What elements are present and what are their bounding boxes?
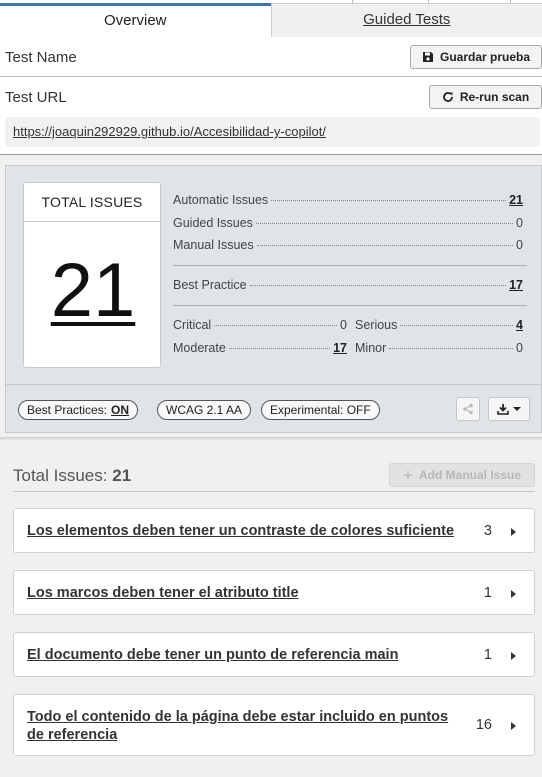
issue-count: 1 [483,585,492,601]
issue-row[interactable]: Los marcos deben tener el atributo title… [13,570,535,615]
issues-header-label: Total Issues: [13,466,108,485]
rerun-scan-button[interactable]: Re-run scan [429,85,542,109]
test-url-label: Test URL [5,89,67,106]
issue-name[interactable]: El documento debe tener un punto de refe… [27,646,398,664]
issue-name[interactable]: Los marcos deben tener el atributo title [27,584,299,602]
save-test-button[interactable]: Guardar prueba [410,45,542,69]
test-url-field: https://joaquin292929.github.io/Accesibi… [5,117,540,147]
test-form: Test Name Guardar prueba Test URL Re-run… [0,37,542,155]
manual-issues-count: 0 [516,238,523,252]
issues-header-rule [13,491,535,492]
guided-issues-row: Guided Issues 0 [173,216,523,230]
minor-label: Minor [355,341,387,355]
issue-row[interactable]: El documento debe tener un punto de refe… [13,632,535,677]
issues-header-count: 21 [112,466,132,485]
issues-summary-panel: TOTAL ISSUES 21 Automatic Issues 21 Guid… [5,165,542,433]
critical-count: 0 [340,318,347,332]
add-manual-issue-button[interactable]: Add Manual Issue [389,463,535,487]
guided-issues-label: Guided Issues [173,216,253,230]
chevron-right-icon [511,722,516,730]
experimental-toggle[interactable]: Experimental: OFF [261,400,380,420]
best-practice-row: Best Practice 17 [173,278,523,292]
automatic-issues-count[interactable]: 21 [509,193,523,207]
chevron-right-icon [511,528,516,536]
issue-count: 1 [483,647,492,663]
moderate-count[interactable]: 17 [333,341,347,355]
summary-separator [173,305,527,306]
save-test-label: Guardar prueba [439,50,531,64]
export-button[interactable] [488,397,530,421]
plus-icon [403,471,412,479]
chevron-right-icon [511,652,516,660]
issue-row[interactable]: Todo el contenido de la página debe esta… [13,694,535,756]
minor-row: Minor 0 [355,341,523,355]
rerun-scan-label: Re-run scan [459,90,530,104]
issue-name[interactable]: Todo el contenido de la página debe esta… [27,708,467,744]
minor-count: 0 [516,341,523,355]
issues-header: Total Issues: 21 [13,466,131,486]
critical-row: Critical 0 [173,318,347,332]
refresh-icon [442,92,453,102]
test-name-label: Test Name [5,49,77,66]
serious-count[interactable]: 4 [516,318,523,332]
issue-count: 3 [483,523,492,539]
moderate-label: Moderate [173,341,226,355]
automatic-issues-row: Automatic Issues 21 [173,193,523,207]
chevron-right-icon [511,590,516,598]
share-icon [463,403,473,415]
automatic-issues-label: Automatic Issues [173,193,269,207]
issue-row[interactable]: Los elementos deben tener un contraste d… [13,508,535,553]
total-issues-count[interactable]: 21 [24,253,162,329]
save-icon [422,52,433,62]
summary-separator [173,265,527,266]
moderate-row: Moderate 17 [173,341,347,355]
tab-guided-tests[interactable]: Guided Tests [270,3,542,37]
best-practices-label: Best Practices: [27,403,108,417]
test-url-link[interactable]: https://joaquin292929.github.io/Accesibi… [13,124,326,139]
critical-label: Critical [173,318,212,332]
issue-name[interactable]: Los elementos deben tener un contraste d… [27,522,454,540]
tab-overview[interactable]: Overview [0,3,271,37]
guided-issues-count: 0 [516,216,523,230]
tab-bar: Overview Guided Tests [0,3,542,37]
serious-label: Serious [355,318,398,332]
manual-issues-row: Manual Issues 0 [173,238,523,252]
download-icon [497,404,509,415]
manual-issues-label: Manual Issues [173,238,254,252]
total-issues-card: TOTAL ISSUES 21 [23,182,161,368]
add-manual-issue-label: Add Manual Issue [418,468,522,482]
form-bottom-rule [0,154,542,155]
form-divider [0,76,542,77]
best-practices-state: ON [111,403,130,417]
serious-row: Serious 4 [355,318,523,332]
issue-count: 16 [475,717,492,733]
wcag-level-button[interactable]: WCAG 2.1 AA [157,400,252,420]
chevron-down-icon [513,407,521,411]
best-practice-count[interactable]: 17 [509,278,523,292]
panel-shadow [0,437,542,441]
best-practices-toggle[interactable]: Best Practices: ON [18,400,139,420]
share-button[interactable] [456,397,480,421]
summary-toolbar: Best Practices: ON WCAG 2.1 AA Experiment… [6,384,541,432]
best-practice-label: Best Practice [173,278,247,292]
total-issues-title: TOTAL ISSUES [24,183,160,222]
